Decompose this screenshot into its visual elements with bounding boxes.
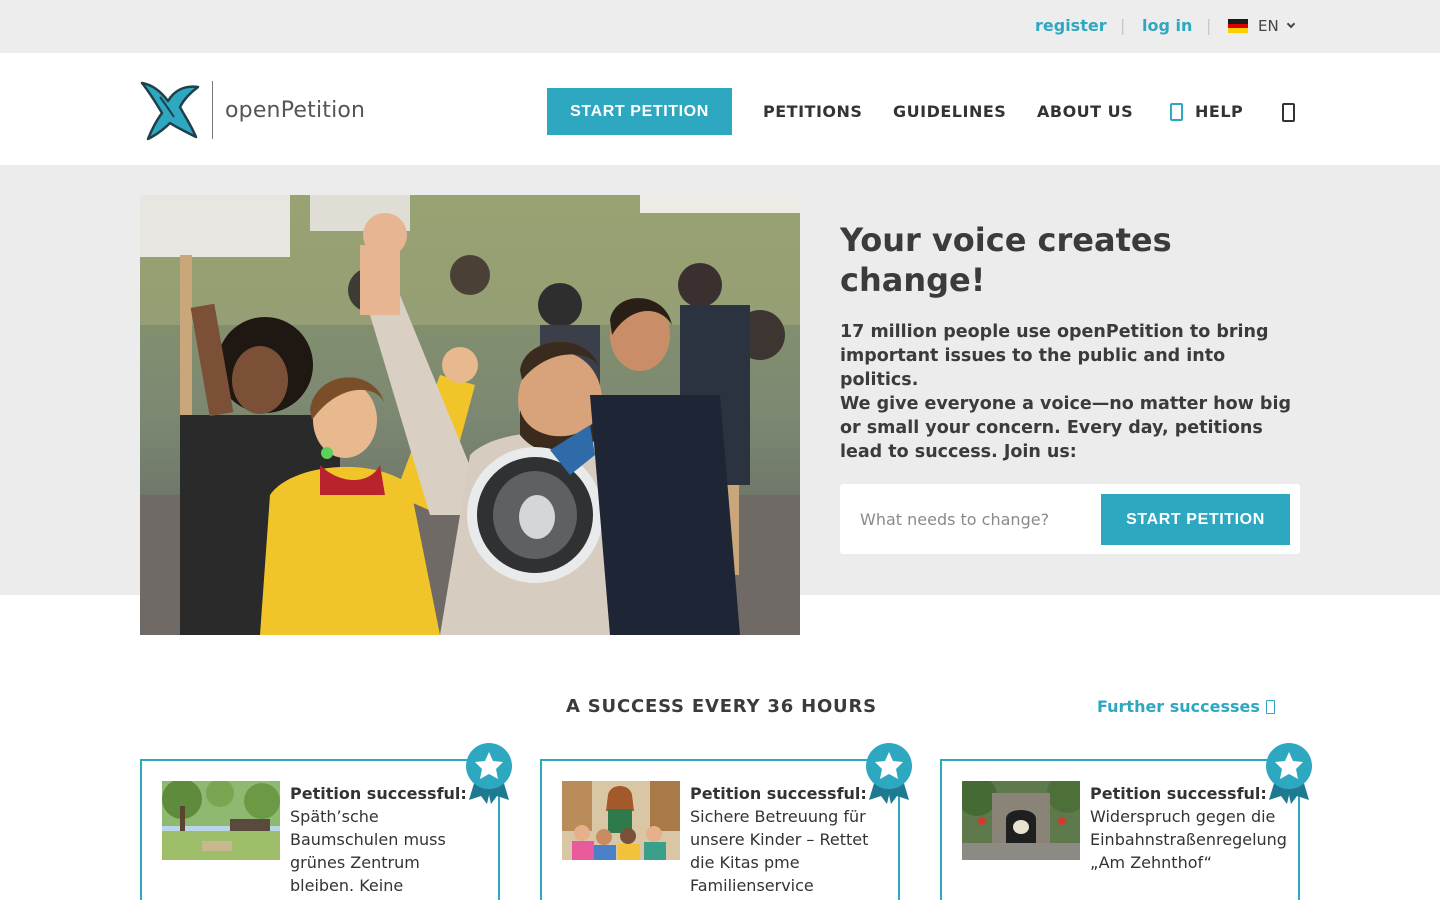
start-petition-form: START PETITION: [840, 484, 1300, 554]
card-title: Späth’sche Baumschulen muss grünes Zentr…: [290, 807, 446, 895]
further-successes-link[interactable]: Further successes: [1097, 697, 1275, 716]
card-title: Widerspruch gegen die Einbahnstraßenrege…: [1090, 807, 1287, 872]
login-link[interactable]: log in: [1142, 16, 1192, 35]
help-icon: [1170, 103, 1183, 121]
arrow-right-icon: [1265, 699, 1275, 714]
card-text: Petition successful: Späth’sche Baumschu…: [290, 782, 480, 897]
divider: |: [1206, 16, 1212, 35]
success-card[interactable]: Petition successful: Späth’sche Baumschu…: [140, 743, 512, 900]
chevron-down-icon: [1286, 19, 1295, 28]
brand-name: openPetition: [225, 97, 366, 123]
award-badge-icon: [466, 743, 512, 804]
award-badge-icon: [866, 743, 912, 804]
card-thumbnail-kita: [562, 781, 680, 860]
language-selector[interactable]: EN: [1228, 16, 1295, 36]
start-petition-button[interactable]: START PETITION: [547, 88, 732, 135]
nav-guidelines[interactable]: GUIDELINES: [893, 102, 1006, 121]
germany-flag-icon: [1228, 19, 1248, 33]
hero-protest-photo: [140, 195, 800, 635]
logo-divider: [212, 81, 213, 139]
success-card[interactable]: Petition successful: Sichere Betreuung f…: [540, 743, 912, 900]
success-section-heading: A SUCCESS EVERY 36 HOURS: [566, 696, 877, 717]
card-status-label: Petition successful:: [290, 784, 467, 803]
nav-petitions[interactable]: PETITIONS: [763, 102, 862, 121]
further-successes-label: Further successes: [1097, 697, 1260, 716]
card-status-label: Petition successful:: [1090, 784, 1267, 803]
success-card[interactable]: Petition successful: Widerspruch gegen d…: [940, 743, 1312, 900]
card-thumbnail-park: [162, 781, 280, 860]
bird-logo-icon: [140, 81, 200, 141]
site-logo[interactable]: openPetition: [140, 79, 365, 141]
card-status-label: Petition successful:: [690, 784, 867, 803]
hero-description-line-2: We give everyone a voice—no matter how b…: [840, 394, 1291, 462]
top-utility-bar: register | log in | EN: [0, 0, 1440, 53]
card-text: Petition successful: Widerspruch gegen d…: [1090, 782, 1287, 874]
card-text: Petition successful: Sichere Betreuung f…: [690, 782, 880, 897]
register-link[interactable]: register: [1035, 16, 1107, 35]
language-code: EN: [1258, 17, 1279, 35]
nav-help[interactable]: HELP: [1195, 102, 1243, 121]
petition-topic-input[interactable]: [840, 484, 1095, 554]
card-title: Sichere Betreuung für unsere Kinder – Re…: [690, 807, 869, 895]
hero-description-line-1: 17 million people use openPetition to br…: [840, 322, 1269, 390]
award-badge-icon: [1266, 743, 1312, 804]
divider: |: [1120, 16, 1126, 35]
hero-start-petition-button[interactable]: START PETITION: [1101, 494, 1290, 545]
hero-title: Your voice creates change!: [840, 221, 1172, 299]
card-thumbnail-tunnel: [962, 781, 1080, 860]
hero-description: 17 million people use openPetition to br…: [840, 320, 1300, 464]
nav-about-us[interactable]: ABOUT US: [1037, 102, 1133, 121]
main-navigation: openPetition START PETITION PETITIONS GU…: [0, 53, 1440, 165]
search-icon[interactable]: [1282, 103, 1295, 122]
